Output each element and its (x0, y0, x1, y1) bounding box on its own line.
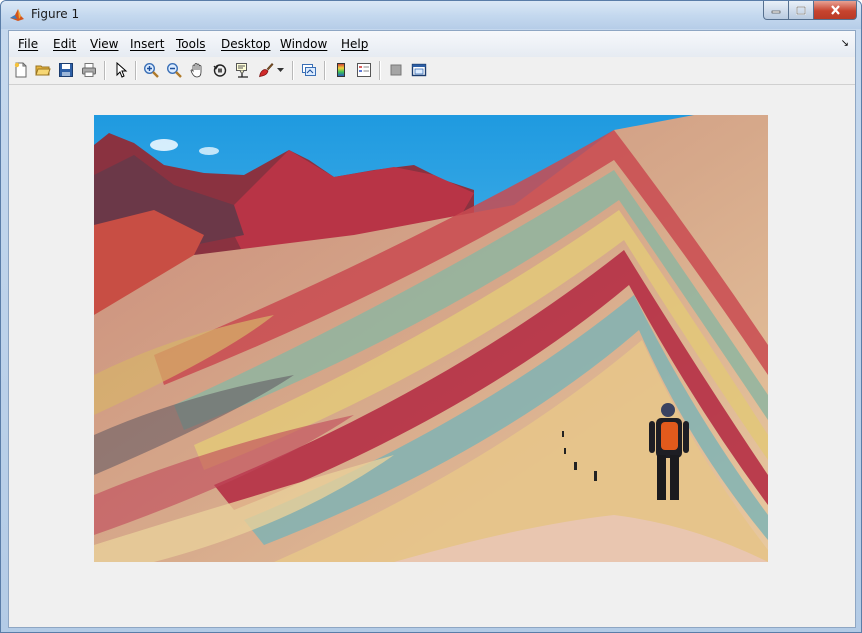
data-cursor-icon (236, 63, 248, 78)
zoom-in-icon (143, 62, 159, 78)
mountain-image (94, 115, 768, 562)
print-button[interactable] (79, 60, 99, 80)
brush-dropdown-button[interactable] (275, 60, 285, 80)
menu-window[interactable]: Window (280, 37, 327, 51)
new-figure-button[interactable] (11, 60, 31, 80)
link-plot-button[interactable] (299, 60, 319, 80)
show-plot-tools-icon (411, 63, 427, 77)
window-controls (763, 1, 857, 21)
insert-legend-icon (357, 63, 371, 77)
menu-view[interactable]: View (90, 37, 118, 51)
link-plot-icon (302, 64, 316, 76)
close-icon (830, 5, 840, 15)
brush-dropdown-icon (276, 68, 284, 72)
rotate-3d-button[interactable] (210, 60, 230, 80)
menu-file[interactable]: File (18, 37, 38, 51)
menu-insert[interactable]: Insert (130, 37, 164, 51)
maximize-button[interactable] (789, 1, 814, 20)
toolbar-separator (379, 61, 381, 80)
menu-help[interactable]: Help (341, 37, 368, 51)
edit-plot-button[interactable] (111, 60, 131, 80)
menu-desktop[interactable]: Desktop (221, 37, 271, 51)
minimize-icon (771, 10, 781, 14)
zoom-in-button[interactable] (141, 60, 161, 80)
insert-colorbar-button[interactable] (331, 60, 351, 80)
data-cursor-button[interactable] (233, 60, 253, 80)
dock-arrow-icon[interactable]: ↘ (841, 38, 849, 49)
menu-edit[interactable]: Edit (53, 37, 76, 51)
save-icon (59, 63, 73, 77)
save-button[interactable] (56, 60, 76, 80)
pan-hand-icon (190, 63, 202, 78)
zoom-out-icon (166, 62, 182, 78)
matlab-icon (10, 9, 24, 21)
hide-plot-tools-button[interactable] (386, 60, 406, 80)
menu-tools[interactable]: Tools (176, 37, 206, 51)
brush-button[interactable] (256, 60, 276, 80)
figure-client: File Edit View Insert Tools Desktop Wind… (8, 30, 856, 628)
brush-icon (259, 62, 274, 78)
minimize-button[interactable] (763, 1, 789, 20)
pan-button[interactable] (187, 60, 207, 80)
close-button[interactable] (814, 1, 857, 20)
menu-bar: File Edit View Insert Tools Desktop Wind… (9, 31, 855, 58)
toolbar-separator (292, 61, 294, 80)
maximize-icon (796, 5, 806, 15)
rotate-3d-icon (213, 64, 227, 77)
window-title: Figure 1 (31, 7, 80, 21)
insert-colorbar-icon (337, 63, 345, 77)
print-icon (82, 63, 96, 77)
insert-legend-button[interactable] (354, 60, 374, 80)
toolbar-separator (135, 61, 137, 80)
figure-toolbar (9, 57, 855, 85)
new-figure-icon (14, 62, 27, 78)
toolbar-separator (324, 61, 326, 80)
figure-window: Figure 1 File Edit View Insert Tools Des… (0, 0, 862, 633)
edit-plot-arrow-icon (116, 62, 128, 78)
hide-plot-tools-icon (390, 64, 402, 76)
zoom-out-button[interactable] (164, 60, 184, 80)
photo-rainbow-mountain (94, 115, 768, 562)
figure-canvas[interactable] (9, 85, 855, 627)
open-file-icon (35, 65, 51, 76)
show-plot-tools-button[interactable] (409, 60, 429, 80)
open-file-button[interactable] (33, 60, 53, 80)
title-bar[interactable]: Figure 1 (1, 1, 861, 29)
toolbar-separator (104, 61, 106, 80)
